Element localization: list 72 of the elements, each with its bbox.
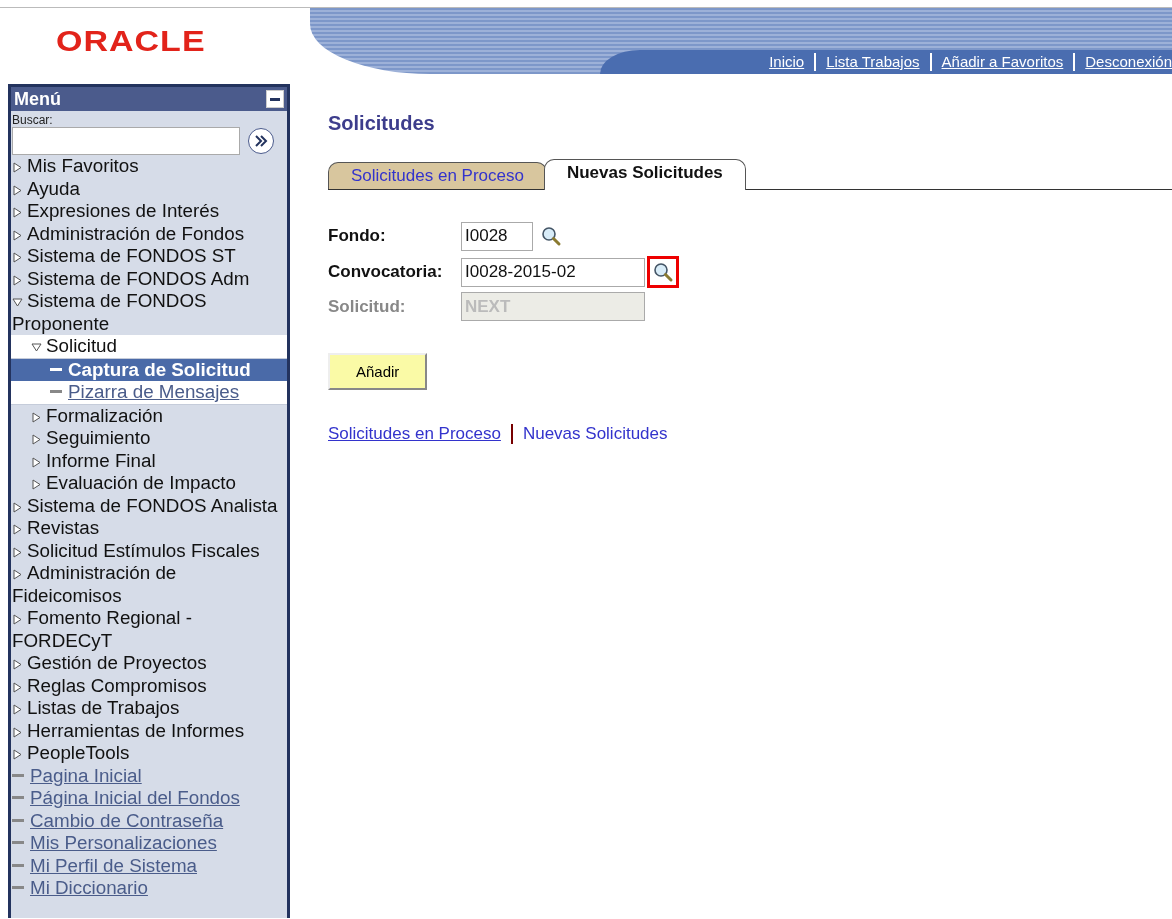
search-go-icon[interactable]	[248, 128, 274, 154]
menu-link[interactable]: Mi Diccionario	[30, 877, 148, 898]
menu-link[interactable]: Mi Perfil de Sistema	[30, 854, 197, 876]
menu-folder[interactable]: Formalización	[11, 404, 287, 427]
menu-folder[interactable]: Informe Final	[11, 449, 287, 472]
menu-folder[interactable]: Ayuda	[11, 177, 287, 200]
tab[interactable]: Solicitudes en Proceso	[328, 162, 547, 189]
collapse-icon[interactable]	[266, 90, 284, 108]
collapsed-arrow-icon[interactable]	[12, 501, 23, 513]
collapsed-arrow-icon[interactable]	[12, 162, 23, 173]
menu-folder[interactable]: Herramientas de Informes	[11, 719, 287, 742]
menu-folder[interactable]: Sistema de FONDOS Adm	[11, 267, 287, 290]
menu-folder[interactable]: PeopleTools	[11, 742, 287, 765]
collapsed-arrow-icon[interactable]	[12, 229, 23, 241]
page-link[interactable]: Solicitudes en Proceso	[328, 424, 501, 444]
collapsed-arrow-icon[interactable]	[12, 726, 23, 738]
collapsed-arrow-icon[interactable]	[31, 434, 42, 445]
menu-folder[interactable]: Administración de Fondos	[11, 222, 287, 245]
search-icon[interactable]	[647, 256, 679, 288]
collapsed-arrow-icon[interactable]	[12, 659, 23, 670]
menu-folder[interactable]: Evaluación de Impacto	[11, 472, 287, 495]
field-label: Solicitud:	[328, 296, 407, 317]
collapsed-arrow-icon[interactable]	[12, 614, 23, 625]
menu-link[interactable]: Cambio de Contraseña	[30, 809, 224, 831]
search-label: Buscar:	[11, 112, 54, 127]
collapsed-arrow-icon[interactable]	[12, 524, 23, 535]
collapsed-arrow-icon[interactable]	[31, 479, 42, 490]
field-label: Fondo:	[328, 226, 387, 246]
menu-folder[interactable]: Solicitud Estímulos Fiscales	[11, 539, 287, 562]
oracle-logo: ORACLE	[56, 24, 206, 59]
menu-folder[interactable]: Reglas Compromisos	[11, 674, 287, 697]
menu-link[interactable]: Mis Personalizaciones	[30, 832, 217, 853]
page-link[interactable]: Nuevas Solicitudes	[522, 424, 668, 444]
header-link[interactable]: Inicio	[759, 53, 817, 71]
menu-folder[interactable]: Seguimiento	[11, 427, 287, 450]
expanded-arrow-icon[interactable]	[12, 297, 23, 308]
add-button[interactable]: Añadir	[328, 353, 428, 390]
collapsed-arrow-icon[interactable]	[12, 252, 23, 263]
menu-folder[interactable]: Solicitud	[11, 335, 287, 359]
menu-folder[interactable]: Expresiones de Interés	[11, 200, 287, 223]
field-label: Convocatoria:	[328, 262, 444, 282]
header-link[interactable]: Añadir a Favoritos	[931, 53, 1076, 71]
menu-link[interactable]: Pagina Inicial	[30, 764, 142, 786]
collapsed-arrow-icon[interactable]	[12, 681, 23, 693]
collapsed-arrow-icon[interactable]	[12, 184, 23, 196]
collapsed-arrow-icon[interactable]	[12, 207, 23, 218]
collapsed-arrow-icon[interactable]	[12, 546, 23, 558]
page-title: Solicitudes	[328, 112, 436, 135]
menu-folder[interactable]: Mis Favoritos	[11, 155, 287, 178]
expanded-arrow-icon[interactable]	[31, 342, 42, 353]
menu-folder[interactable]: Sistema de FONDOS ST	[11, 245, 287, 268]
collapsed-arrow-icon[interactable]	[12, 749, 23, 760]
collapsed-arrow-icon[interactable]	[12, 704, 23, 715]
collapsed-arrow-icon[interactable]	[31, 411, 42, 423]
input-field[interactable]: I0028-2015-02	[461, 257, 645, 287]
collapsed-arrow-icon[interactable]	[12, 569, 23, 580]
menu-folder[interactable]: Revistas	[11, 517, 287, 540]
menu-folder[interactable]: Sistema de FONDOS Proponente	[11, 290, 287, 335]
menu-folder[interactable]: Gestión de Proyectos	[11, 652, 287, 675]
input-field[interactable]: I0028	[461, 221, 533, 251]
header-link[interactable]: Lista Trabajos	[816, 53, 932, 71]
search-field[interactable]	[12, 127, 240, 155]
menu-folder[interactable]: Fomento Regional - FORDECyT	[11, 607, 287, 652]
tab[interactable]: Nuevas Solicitudes	[543, 159, 746, 190]
menu-title: Menú	[14, 88, 61, 110]
menu-link[interactable]: Página Inicial del Fondos	[30, 787, 240, 808]
menu-folder[interactable]: Listas de Trabajos	[11, 697, 287, 720]
menu-folder[interactable]: Administración de Fideicomisos	[11, 562, 287, 607]
header-link[interactable]: Desconexión	[1075, 53, 1172, 71]
collapsed-arrow-icon[interactable]	[31, 456, 42, 468]
collapsed-arrow-icon[interactable]	[12, 274, 23, 286]
menu-folder[interactable]: Sistema de FONDOS Analista	[11, 494, 287, 517]
